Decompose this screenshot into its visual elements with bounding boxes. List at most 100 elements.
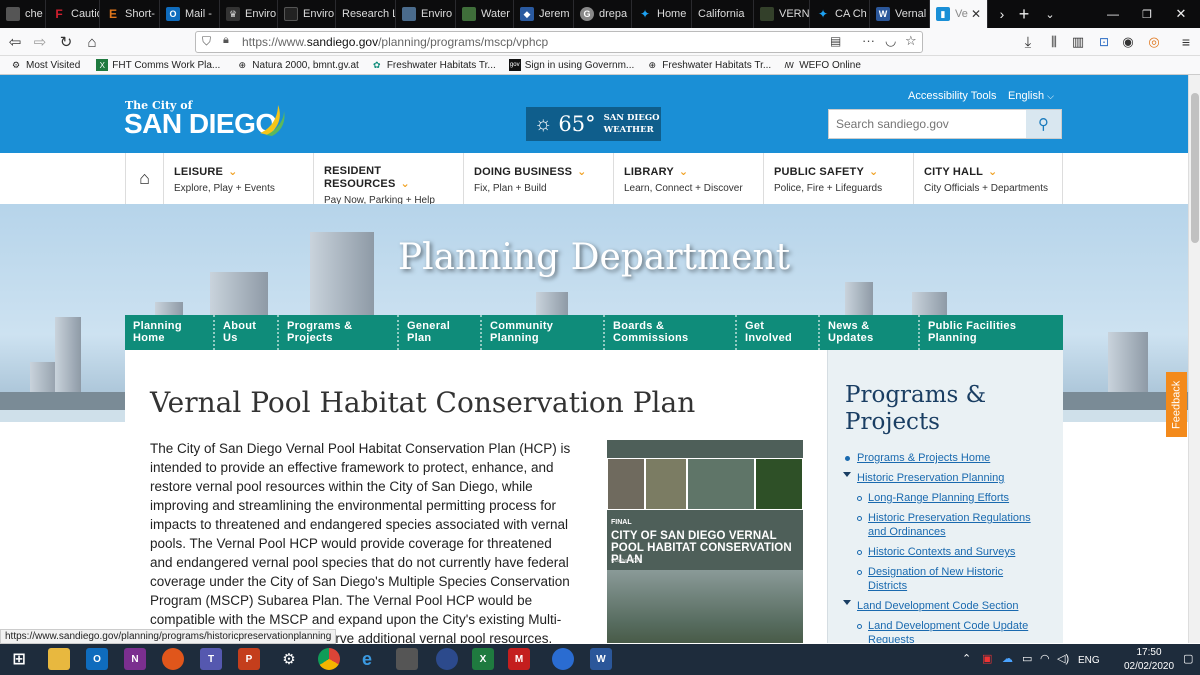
mcafee-icon[interactable]: M xyxy=(508,648,530,670)
browser-tab[interactable]: F Cautio xyxy=(46,0,100,28)
nav-doing-business[interactable]: DOING BUSINESS ⌄ Fix, Plan + Build xyxy=(464,153,614,204)
sidebar-link[interactable]: Historic Preservation Regulations and Ord… xyxy=(868,511,1031,539)
browser-tab[interactable]: che xyxy=(0,0,46,28)
nav-library[interactable]: LIBRARY ⌄ Learn, Connect + Discover xyxy=(614,153,764,204)
sidebar-link[interactable]: Long-Range Planning Efforts xyxy=(868,491,1009,505)
weather-widget[interactable]: ☼ 65° SAN DIEGO WEATHER xyxy=(526,107,661,141)
expand-triangle-icon[interactable] xyxy=(843,600,851,605)
reader-view-icon[interactable]: ▤ xyxy=(830,34,841,48)
browser-tab[interactable]: ♛ Enviro xyxy=(220,0,278,28)
bookmark-item[interactable]: X FHT Comms Work Pla... xyxy=(96,59,220,71)
app-icon[interactable] xyxy=(436,648,458,670)
library-icon[interactable]: ⫼ xyxy=(1042,30,1066,54)
chrome-icon[interactable] xyxy=(318,648,340,670)
pocket-icon[interactable]: ◡ xyxy=(885,33,896,49)
browser-tab[interactable]: Enviro xyxy=(278,0,336,28)
firefox-icon[interactable] xyxy=(162,648,184,670)
sidebar-link[interactable]: Land Development Code Update Requests xyxy=(868,619,1028,643)
settings-gear-icon[interactable]: ⚙ xyxy=(278,648,300,670)
page-scrollbar[interactable] xyxy=(1188,75,1200,643)
browser-tab[interactable]: Gdrepa xyxy=(574,0,632,28)
sidebar-icon[interactable]: ▥ xyxy=(1066,30,1090,54)
excel-icon[interactable]: X xyxy=(472,648,494,670)
notifications-icon[interactable]: ▢ xyxy=(1183,652,1193,665)
subnav-community-planning[interactable]: Community Planning xyxy=(482,315,605,350)
teams-icon[interactable]: T xyxy=(200,648,222,670)
subnav-public-facilities-planning[interactable]: Public Facilities Planning xyxy=(920,315,1063,350)
url-bar[interactable]: ⛉ 🔒︎ https://www.sandiego.gov/planning/p… xyxy=(195,31,923,53)
onenote-icon[interactable]: N xyxy=(124,648,146,670)
lock-icon[interactable]: 🔒︎ xyxy=(223,34,229,47)
cloud-icon[interactable]: ☁ xyxy=(1002,652,1013,665)
report-cover-image[interactable]: FINAL CITY OF SAN DIEGO VERNAL POOL HABI… xyxy=(607,440,803,643)
home-link[interactable]: ⌂ xyxy=(126,153,164,204)
close-window-icon[interactable]: ✕ xyxy=(1168,0,1194,28)
forward-icon[interactable]: ⇨ xyxy=(28,30,52,54)
chevron-down-icon[interactable]: ⌄ xyxy=(1037,0,1063,28)
translate-icon[interactable]: ⊡ xyxy=(1092,30,1116,54)
subnav-about-us[interactable]: About Us xyxy=(215,315,279,350)
language-selector[interactable]: English ⌵ xyxy=(1008,90,1054,102)
browser-tab[interactable]: VERN/ xyxy=(754,0,810,28)
app-icon[interactable] xyxy=(552,648,574,670)
feedback-tab[interactable]: Feedback xyxy=(1166,372,1187,437)
tray-app-icon[interactable]: ▣ xyxy=(982,652,992,665)
browser-tab[interactable]: ◆ Jerem xyxy=(514,0,574,28)
search-button[interactable]: ⚲ xyxy=(1026,110,1061,138)
tracking-shield-icon[interactable]: ⛉ xyxy=(202,34,211,49)
minimize-icon[interactable]: — xyxy=(1100,0,1126,28)
expand-triangle-icon[interactable] xyxy=(843,472,851,477)
file-explorer-icon[interactable] xyxy=(48,648,70,670)
accessibility-tools-link[interactable]: Accessibility Tools xyxy=(908,90,996,102)
nav-city-hall[interactable]: CITY HALL ⌄ City Officials + Departments xyxy=(914,153,1063,204)
downloads-icon[interactable]: ⤓ xyxy=(1016,30,1040,54)
bookmark-item[interactable]: ⊕ Freshwater Habitats Tr... xyxy=(646,59,771,71)
powerpoint-icon[interactable]: P xyxy=(238,648,260,670)
browser-tab[interactable]: E Short- xyxy=(100,0,160,28)
browser-tab[interactable]: Research L xyxy=(336,0,396,28)
new-tab-icon[interactable]: + xyxy=(1011,0,1037,28)
home-icon[interactable]: ⌂ xyxy=(80,30,104,54)
bookmark-item[interactable]: ⊕ Natura 2000, bmnt.gv.at xyxy=(236,59,359,71)
volume-icon[interactable]: ◁) xyxy=(1057,652,1069,665)
battery-icon[interactable]: ▭ xyxy=(1022,652,1032,665)
browser-tab[interactable]: ✦ CA Ch xyxy=(810,0,870,28)
subnav-boards-commissions[interactable]: Boards & Commissions xyxy=(605,315,737,350)
browser-tab[interactable]: California xyxy=(692,0,754,28)
sidebar-link[interactable]: Land Development Code Section xyxy=(857,599,1018,613)
browser-tab[interactable]: ✦ Home xyxy=(632,0,692,28)
nav-leisure[interactable]: LEISURE ⌄ Explore, Play + Events xyxy=(164,153,314,204)
bookmark-star-icon[interactable]: ☆ xyxy=(905,33,917,49)
scrollbar-thumb[interactable] xyxy=(1191,93,1199,243)
outlook-icon[interactable]: O xyxy=(86,648,108,670)
language-indicator[interactable]: ENG xyxy=(1078,655,1100,666)
sidebar-link[interactable]: Designation of New Historic Districts xyxy=(868,565,1003,593)
browser-tab[interactable]: O Mail - xyxy=(160,0,220,28)
clock[interactable]: 17:50 02/02/2020 xyxy=(1118,646,1180,674)
nav-resident-resources[interactable]: RESIDENT RESOURCES ⌄ Pay Now, Parking + He… xyxy=(314,153,464,206)
restore-icon[interactable]: ❐ xyxy=(1134,0,1160,28)
sidebar-link[interactable]: Historic Preservation Planning xyxy=(857,471,1004,485)
wifi-icon[interactable]: ◠ xyxy=(1040,652,1050,665)
word-icon[interactable]: W xyxy=(590,648,612,670)
bookmark-item[interactable]: ⚙ Most Visited xyxy=(10,59,80,71)
bookmark-item[interactable]: ꟿ WEFO Online xyxy=(783,59,860,71)
city-logo[interactable]: SAN DIEGO xyxy=(124,108,277,140)
windows-start-icon[interactable]: ⊞ xyxy=(8,648,30,670)
bookmark-item[interactable]: gov Sign in using Governm... xyxy=(508,59,634,71)
subnav-programs-projects[interactable]: Programs & Projects xyxy=(279,315,399,350)
account-icon[interactable]: ◉ xyxy=(1116,30,1140,54)
edge-icon[interactable]: e xyxy=(356,648,378,670)
bookmark-item[interactable]: ✿ Freshwater Habitats Tr... xyxy=(371,59,496,71)
app-icon[interactable] xyxy=(396,648,418,670)
browser-tab[interactable]: W Vernal xyxy=(870,0,930,28)
extension-icon[interactable]: ◎ xyxy=(1142,30,1166,54)
back-icon[interactable]: ⇦ xyxy=(3,30,27,54)
subnav-general-plan[interactable]: General Plan xyxy=(399,315,482,350)
sidebar-link[interactable]: Historic Contexts and Surveys xyxy=(868,545,1015,559)
subnav-news-updates[interactable]: News & Updates xyxy=(820,315,920,350)
reload-icon[interactable]: ↻ xyxy=(54,30,78,54)
browser-tab[interactable]: Enviro xyxy=(396,0,456,28)
subnav-planning-home[interactable]: Planning Home xyxy=(125,315,215,350)
close-tab-icon[interactable]: ✕ xyxy=(971,7,981,21)
